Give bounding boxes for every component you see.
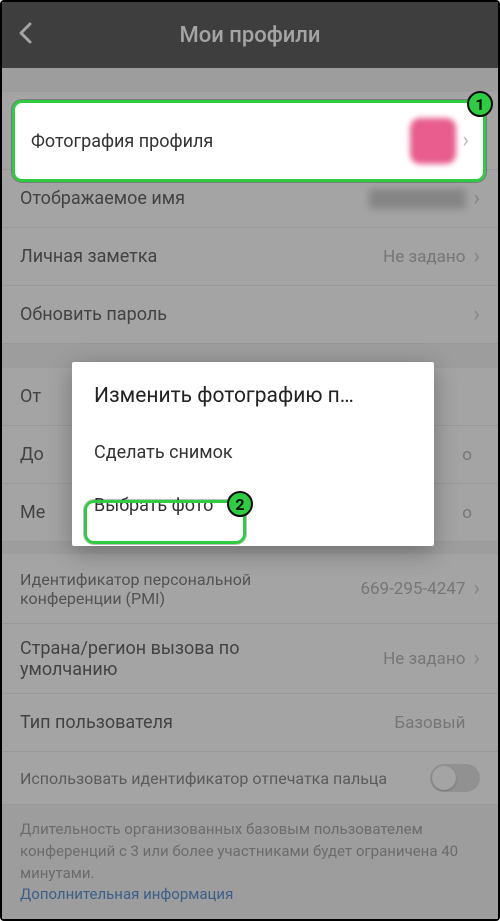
back-icon[interactable] <box>18 21 32 49</box>
chevron-right-icon: › <box>473 304 480 326</box>
chevron-right-icon: › <box>473 120 480 142</box>
row-profile-photo[interactable]: Фотография профиля › <box>2 92 498 170</box>
row-label: Тип пользователя <box>20 712 173 733</box>
row-label: Обновить пароль <box>20 304 167 325</box>
row-value: ████████ <box>185 189 473 209</box>
row-label: Фотография профиля <box>20 120 202 141</box>
row-display-name[interactable]: Отображаемое имя ████████ › <box>2 170 498 228</box>
row-value: Не задано <box>157 247 473 267</box>
row-default-region[interactable]: Страна/регион вызова по умолчанию Не зад… <box>2 624 498 694</box>
chevron-right-icon: › <box>473 578 480 600</box>
chevron-right-icon: › <box>473 188 480 210</box>
info-text: Длительность организованных базовым поль… <box>20 820 458 882</box>
info-block: Длительность организованных базовым поль… <box>2 805 498 921</box>
header: Мои профили <box>2 2 498 68</box>
row-label: Ме <box>20 502 45 523</box>
dialog-option-take-photo[interactable]: Сделать снимок <box>72 426 434 479</box>
dialog-title: Изменить фотографию п… <box>72 362 434 426</box>
switch-label: Использовать идентификатор отпечатка пал… <box>20 769 430 788</box>
row-update-password[interactable]: Обновить пароль › <box>2 286 498 344</box>
info-link[interactable]: Дополнительная информация <box>20 885 233 903</box>
row-label: Отображаемое имя <box>20 188 185 209</box>
row-personal-note[interactable]: Личная заметка Не задано › <box>2 228 498 286</box>
avatar <box>419 108 465 154</box>
row-user-type: Тип пользователя Базовый › <box>2 694 498 752</box>
row-value: Базовый <box>173 713 474 733</box>
toggle-knob <box>432 766 456 790</box>
chevron-right-icon: › <box>473 648 480 670</box>
row-pmi[interactable]: Идентификатор персональной конференции (… <box>2 554 498 624</box>
change-photo-dialog: Изменить фотографию п… Сделать снимок Вы… <box>72 362 434 546</box>
row-value: Не задано <box>300 649 473 669</box>
row-label: От <box>20 386 41 407</box>
row-label: Страна/регион вызова по умолчанию <box>20 638 300 680</box>
page-title: Мои профили <box>180 23 321 48</box>
fingerprint-toggle[interactable] <box>430 764 480 792</box>
row-label: Идентификатор персональной конференции (… <box>20 570 300 608</box>
row-label: До <box>20 444 44 465</box>
chevron-right-icon: › <box>473 246 480 268</box>
row-label: Личная заметка <box>20 246 157 267</box>
dialog-option-choose-photo[interactable]: Выбрать фото <box>72 479 434 532</box>
row-value: 669-295-4247 <box>300 579 473 599</box>
row-fingerprint: Использовать идентификатор отпечатка пал… <box>2 752 498 805</box>
